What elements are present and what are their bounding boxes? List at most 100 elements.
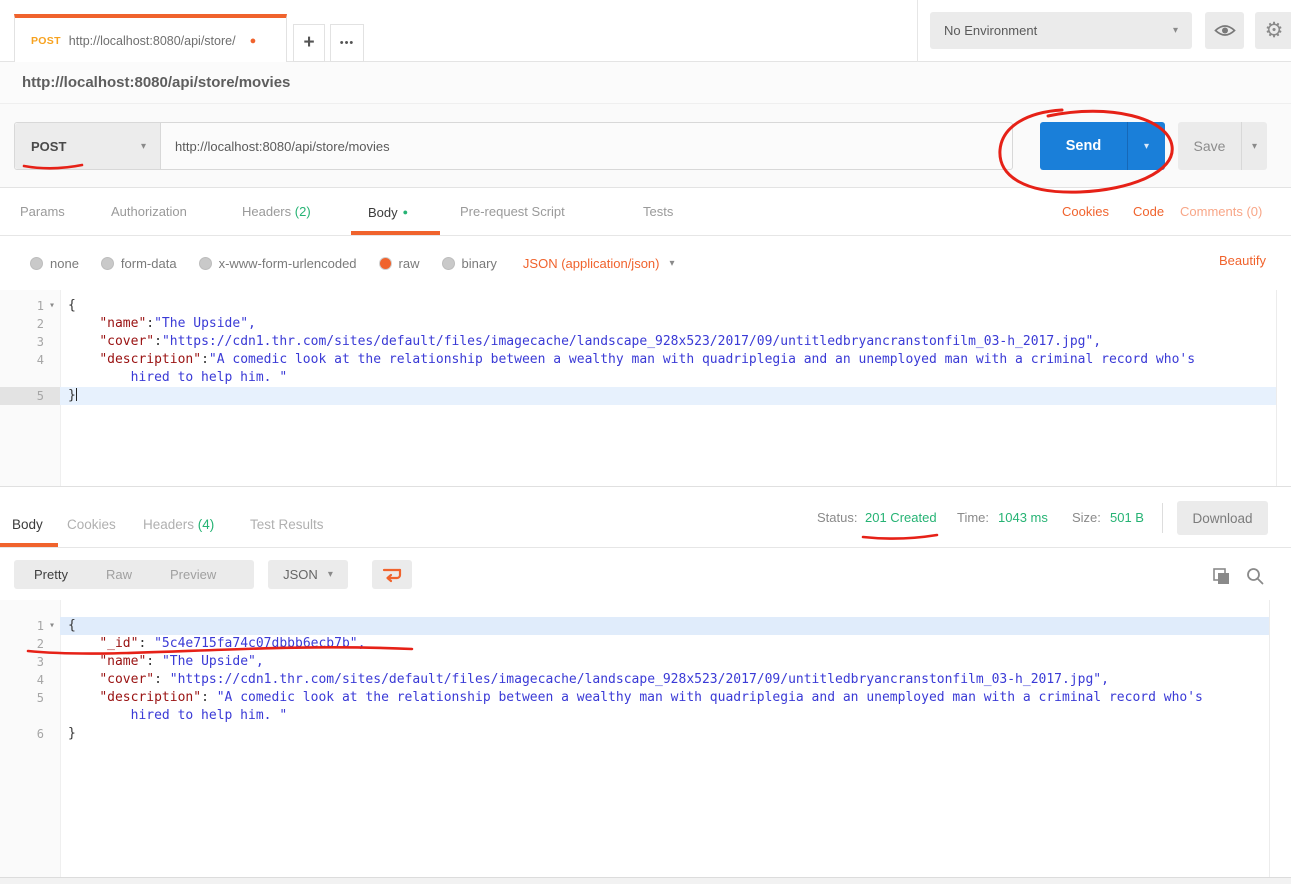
code-line[interactable]: 5 "description": "A comedic look at the …: [0, 689, 1269, 707]
response-format-select[interactable]: JSON ▾: [268, 560, 348, 589]
request-title-row: http://localhost:8080/api/store/movies: [0, 62, 1291, 104]
time-label: Time:: [957, 487, 989, 548]
tab-params[interactable]: Params: [20, 188, 65, 236]
code-line[interactable]: hired to help him. ": [0, 707, 1269, 725]
copy-response-button[interactable]: [1209, 564, 1233, 588]
view-pretty[interactable]: Pretty: [34, 567, 68, 582]
tab-headers[interactable]: Headers (2): [242, 188, 311, 236]
fold-arrow-icon[interactable]: ▾: [44, 297, 60, 315]
settings-button[interactable]: ⚙: [1255, 12, 1291, 49]
mode-binary[interactable]: binary: [442, 256, 497, 271]
content-type-select[interactable]: JSON (application/json) ▾: [523, 256, 675, 271]
tab-pre-request-script[interactable]: Pre-request Script: [460, 188, 565, 236]
more-tabs-button[interactable]: •••: [330, 24, 364, 62]
wrap-lines-button[interactable]: [372, 560, 412, 589]
fold-arrow-icon[interactable]: ▾: [44, 617, 60, 635]
cookies-link[interactable]: Cookies: [1062, 188, 1109, 236]
response-header-bar: Body Cookies Headers (4) Test Results St…: [0, 487, 1291, 548]
radio-icon: [442, 257, 455, 270]
response-tab-test-results[interactable]: Test Results: [250, 505, 324, 548]
response-tab-cookies[interactable]: Cookies: [67, 505, 116, 548]
environment-preview-button[interactable]: [1205, 12, 1244, 49]
method-select[interactable]: POST ▾: [15, 123, 161, 169]
code-line[interactable]: 4 "description":"A comedic look at the r…: [0, 351, 1276, 369]
header-bar: POST http://localhost:8080/api/store/ ● …: [0, 0, 1291, 62]
code-link[interactable]: Code: [1133, 188, 1164, 236]
line-number-gutter: 5: [0, 387, 60, 405]
body-type-bar: none form-data x-www-form-urlencoded raw…: [0, 236, 1291, 290]
new-tab-button[interactable]: +: [293, 24, 325, 62]
mode-x-www-form-urlencoded[interactable]: x-www-form-urlencoded: [199, 256, 357, 271]
save-button[interactable]: Save ▾: [1178, 122, 1267, 170]
eye-icon: [1214, 23, 1236, 38]
request-tabs-bar: Params Authorization Headers (2) Body● P…: [0, 188, 1291, 236]
unsaved-dot-icon: ●: [250, 35, 257, 47]
comments-link[interactable]: Comments (0): [1180, 188, 1262, 236]
environment-select-label: No Environment: [944, 23, 1037, 38]
size-value: 501 B: [1110, 487, 1144, 548]
code-text: "description":"A comedic look at the rel…: [60, 351, 1276, 369]
tab-tests[interactable]: Tests: [643, 188, 673, 236]
request-body-editor[interactable]: 1▾{2 "name":"The Upside",3 "cover":"http…: [0, 290, 1277, 486]
chevron-down-icon: ▾: [669, 258, 674, 269]
send-button-label: Send: [1040, 122, 1127, 170]
code-text: {: [60, 617, 1269, 635]
response-body-editor[interactable]: 1▾{2 "_id": "5c4e715fa74c07dbbb6ecb7b",3…: [0, 600, 1270, 877]
environment-select[interactable]: No Environment ▾: [930, 12, 1192, 49]
headers-count-badge: (2): [295, 204, 311, 219]
search-response-button[interactable]: [1243, 564, 1267, 588]
search-icon: [1246, 567, 1264, 585]
code-line[interactable]: 6}: [0, 725, 1269, 743]
code-text: }: [60, 725, 1269, 743]
code-text: "cover": "https://cdn1.thr.com/sites/def…: [60, 671, 1269, 689]
chevron-down-icon: ▾: [141, 141, 146, 152]
code-text: "description": "A comedic look at the re…: [60, 689, 1269, 707]
code-line[interactable]: hired to help him. ": [0, 369, 1276, 387]
meta-divider: [1162, 503, 1163, 533]
radio-icon: [101, 257, 114, 270]
postman-window: POST http://localhost:8080/api/store/ ● …: [0, 0, 1291, 884]
code-text: "name":"The Upside",: [60, 315, 1276, 333]
request-title: http://localhost:8080/api/store/movies: [22, 74, 290, 91]
body-set-dot-icon: ●: [403, 207, 408, 217]
beautify-link[interactable]: Beautify: [1219, 236, 1266, 290]
mode-raw[interactable]: raw: [379, 256, 420, 271]
radio-icon: [30, 257, 43, 270]
line-number-gutter: 2: [0, 635, 60, 653]
send-options-button[interactable]: ▾: [1127, 122, 1165, 170]
mode-none[interactable]: none: [30, 256, 79, 271]
radio-icon: [199, 257, 212, 270]
request-builder: POST ▾ Send ▾ Save ▾: [0, 104, 1291, 188]
active-response-tab-underline: [0, 543, 58, 547]
view-preview[interactable]: Preview: [170, 567, 216, 582]
code-text: "name": "The Upside",: [60, 653, 1269, 671]
view-raw[interactable]: Raw: [106, 567, 132, 582]
gear-icon: ⚙: [1265, 18, 1284, 43]
code-line[interactable]: 2 "name":"The Upside",: [0, 315, 1276, 333]
line-number-gutter: 3: [0, 653, 60, 671]
code-line[interactable]: 4 "cover": "https://cdn1.thr.com/sites/d…: [0, 671, 1269, 689]
code-line[interactable]: 1▾{: [0, 297, 1276, 315]
send-button[interactable]: Send ▾: [1040, 122, 1165, 170]
response-tab-headers[interactable]: Headers (4): [143, 505, 214, 548]
download-button[interactable]: Download: [1177, 501, 1268, 535]
body-type-options: none form-data x-www-form-urlencoded raw…: [30, 236, 675, 290]
text-cursor: [76, 388, 77, 401]
tab-body[interactable]: Body●: [368, 188, 408, 236]
line-number-gutter: [0, 369, 60, 387]
code-line[interactable]: 3 "name": "The Upside",: [0, 653, 1269, 671]
response-toolbar: Pretty Raw Preview JSON ▾: [0, 548, 1291, 600]
url-input[interactable]: [161, 123, 1012, 169]
code-line[interactable]: 2 "_id": "5c4e715fa74c07dbbb6ecb7b",: [0, 635, 1269, 653]
save-options-button[interactable]: ▾: [1241, 122, 1267, 170]
response-tab-body[interactable]: Body: [12, 505, 43, 548]
line-number-gutter: 6: [0, 725, 60, 743]
code-line[interactable]: 3 "cover":"https://cdn1.thr.com/sites/de…: [0, 333, 1276, 351]
tab-authorization[interactable]: Authorization: [111, 188, 187, 236]
code-line[interactable]: 1▾{: [0, 617, 1269, 635]
code-line[interactable]: 5}: [0, 387, 1276, 405]
mode-form-data[interactable]: form-data: [101, 256, 177, 271]
request-tab[interactable]: POST http://localhost:8080/api/store/ ●: [14, 14, 287, 63]
response-body-section: 1▾{2 "_id": "5c4e715fa74c07dbbb6ecb7b",3…: [0, 600, 1291, 877]
url-group: POST ▾: [14, 122, 1013, 170]
